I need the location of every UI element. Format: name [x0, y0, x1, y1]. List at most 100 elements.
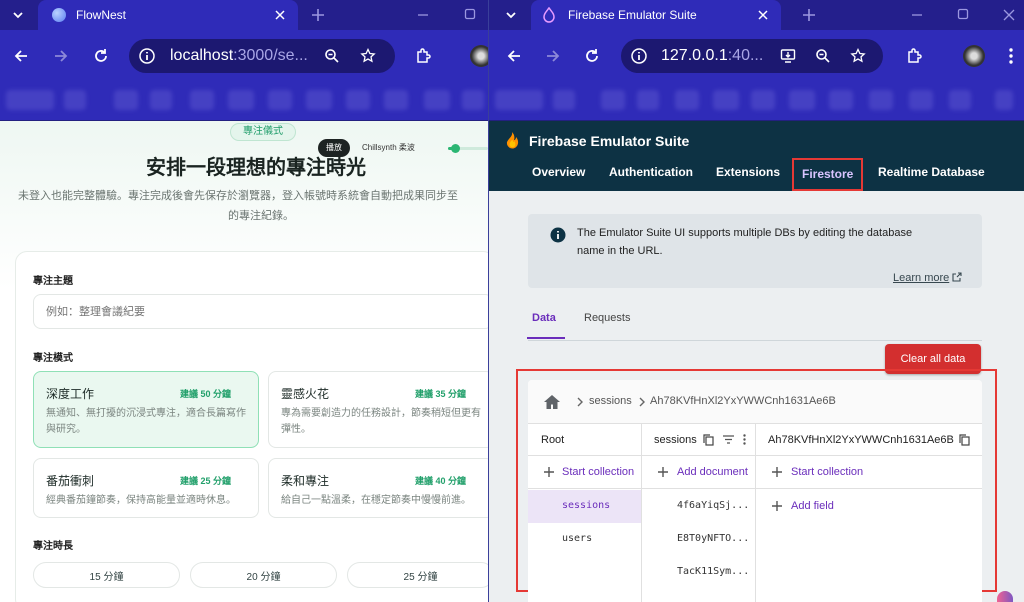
- bookmark-item[interactable]: [228, 90, 254, 110]
- chevron-right-icon: [638, 396, 646, 408]
- minimize-icon[interactable]: [415, 7, 431, 23]
- bookmark-item[interactable]: [150, 90, 172, 110]
- nav-firestore[interactable]: Firestore: [792, 158, 864, 191]
- subtab-data[interactable]: Data: [527, 310, 565, 339]
- bookmark-star-icon[interactable]: [359, 47, 377, 65]
- duration-option-25[interactable]: 25 分鐘: [347, 562, 488, 588]
- bookmark-item[interactable]: [268, 90, 292, 110]
- copy-icon[interactable]: [703, 433, 715, 446]
- reload-icon[interactable]: [92, 47, 110, 65]
- copy-icon[interactable]: [959, 433, 971, 446]
- document-item[interactable]: E8T0yNFTO...: [642, 523, 755, 556]
- learn-more-link[interactable]: Learn more: [893, 272, 962, 284]
- root-item-users[interactable]: users: [528, 523, 641, 556]
- bookmark-item[interactable]: [306, 90, 332, 110]
- tab-firebase-emulator[interactable]: Firebase Emulator Suite: [531, 0, 781, 30]
- bookmark-item[interactable]: [6, 90, 54, 110]
- bookmark-item[interactable]: [601, 90, 625, 110]
- bookmark-item[interactable]: [190, 90, 214, 110]
- mode-card-spark[interactable]: 靈感火花 建議 35 分鐘 專為需要創造力的任務設計，節奏稍短但更有彈性。: [268, 371, 488, 448]
- extensions-icon[interactable]: [414, 46, 434, 66]
- document-item[interactable]: TacK11Sym...: [642, 556, 755, 589]
- profile-avatar[interactable]: [963, 45, 985, 67]
- bookmark-item[interactable]: [909, 90, 933, 110]
- bookmark-item[interactable]: [751, 90, 775, 110]
- add-field-button[interactable]: Add field: [756, 490, 982, 523]
- bookmark-star-icon[interactable]: [849, 47, 867, 65]
- install-app-icon[interactable]: [779, 47, 797, 65]
- bookmark-item[interactable]: [64, 90, 86, 110]
- nav-authentication[interactable]: Authentication: [609, 165, 693, 179]
- start-subcollection-button[interactable]: Start collection: [756, 457, 982, 489]
- start-collection-button[interactable]: Start collection: [528, 457, 642, 489]
- tab-search-icon[interactable]: [8, 5, 28, 25]
- volume-slider[interactable]: [448, 144, 488, 153]
- assistant-icon[interactable]: [997, 591, 1013, 602]
- bookmark-item[interactable]: [789, 90, 815, 110]
- reload-icon[interactable]: [583, 47, 601, 65]
- site-info-icon[interactable]: [138, 47, 156, 65]
- mode-card-deep-work[interactable]: 深度工作 建議 50 分鐘 無通知、無打擾的沉浸式專注，適合長篇寫作與研究。: [33, 371, 259, 448]
- new-tab-icon[interactable]: [310, 7, 326, 23]
- maximize-icon[interactable]: [462, 6, 478, 22]
- bookmark-item[interactable]: [675, 90, 699, 110]
- forward-icon[interactable]: [52, 47, 70, 65]
- home-icon[interactable]: [542, 392, 562, 412]
- add-document-button[interactable]: Add document: [642, 457, 756, 489]
- breadcrumb-collection[interactable]: sessions: [589, 395, 632, 407]
- external-link-icon: [952, 272, 962, 282]
- duration-option-15[interactable]: 15 分鐘: [33, 562, 180, 588]
- zoom-icon[interactable]: [323, 47, 341, 65]
- mode-card-pomodoro[interactable]: 番茄衝刺 建議 25 分鐘 經典番茄鐘節奏，保持高能量並適時休息。: [33, 458, 259, 518]
- forward-icon[interactable]: [544, 47, 562, 65]
- nav-realtime-database[interactable]: Realtime Database: [878, 165, 985, 179]
- bookmark-item[interactable]: [995, 90, 1013, 110]
- root-item-sessions[interactable]: sessions: [528, 490, 641, 523]
- maximize-icon[interactable]: [955, 6, 971, 22]
- address-bar[interactable]: 127.0.0.1:40...: [621, 39, 883, 73]
- menu-dots-icon[interactable]: [1003, 46, 1019, 66]
- bookmark-item[interactable]: [462, 90, 484, 110]
- close-tab-icon[interactable]: [757, 9, 769, 21]
- back-icon[interactable]: [12, 47, 30, 65]
- duration-option-20[interactable]: 20 分鐘: [190, 562, 337, 588]
- bookmark-item[interactable]: [713, 90, 739, 110]
- bookmark-item[interactable]: [949, 90, 971, 110]
- topic-input[interactable]: [33, 294, 488, 329]
- address-bar[interactable]: localhost:3000/se...: [129, 39, 395, 73]
- bookmark-item[interactable]: [637, 90, 659, 110]
- minimize-icon[interactable]: [909, 7, 925, 23]
- page-heading: 安排一段理想的專注時光: [146, 157, 366, 179]
- zoom-icon[interactable]: [814, 47, 832, 65]
- document-id: 4f6aYiqSj...: [677, 500, 750, 511]
- extensions-icon[interactable]: [905, 46, 925, 66]
- document-item[interactable]: 4f6aYiqSj...: [642, 490, 755, 523]
- filter-icon[interactable]: [723, 434, 735, 446]
- subtab-requests[interactable]: Requests: [584, 312, 630, 324]
- site-info-icon[interactable]: [630, 47, 648, 65]
- bookmark-item[interactable]: [384, 90, 408, 110]
- close-window-icon[interactable]: [1001, 7, 1017, 23]
- bookmark-item[interactable]: [829, 90, 853, 110]
- new-tab-icon[interactable]: [801, 7, 817, 23]
- bookmark-item[interactable]: [495, 90, 543, 110]
- nav-overview[interactable]: Overview: [532, 165, 585, 179]
- mode-title: 柔和專注: [281, 474, 330, 488]
- bookmark-item[interactable]: [114, 90, 138, 110]
- mode-card-gentle[interactable]: 柔和專注 建議 40 分鐘 給自己一點溫柔，在穩定節奏中慢慢前進。: [268, 458, 488, 518]
- back-icon[interactable]: [505, 47, 523, 65]
- bookmark-item[interactable]: [869, 90, 893, 110]
- profile-avatar[interactable]: [470, 45, 488, 67]
- tab-flownest[interactable]: FlowNest: [38, 0, 298, 30]
- bookmark-item[interactable]: [553, 90, 575, 110]
- root-item-label: users: [562, 533, 593, 544]
- more-options-icon[interactable]: [743, 434, 747, 446]
- close-tab-icon[interactable]: [274, 9, 286, 21]
- bookmark-item[interactable]: [346, 90, 370, 110]
- mode-suggestion: 建議 35 分鐘: [414, 389, 466, 399]
- nav-extensions[interactable]: Extensions: [716, 165, 780, 179]
- bookmark-item[interactable]: [424, 90, 450, 110]
- tab-search-icon[interactable]: [501, 5, 521, 25]
- volume-knob[interactable]: [451, 144, 460, 153]
- breadcrumb-document[interactable]: Ah78KVfHnXl2YxYWWCnh1631Ae6B: [650, 395, 836, 407]
